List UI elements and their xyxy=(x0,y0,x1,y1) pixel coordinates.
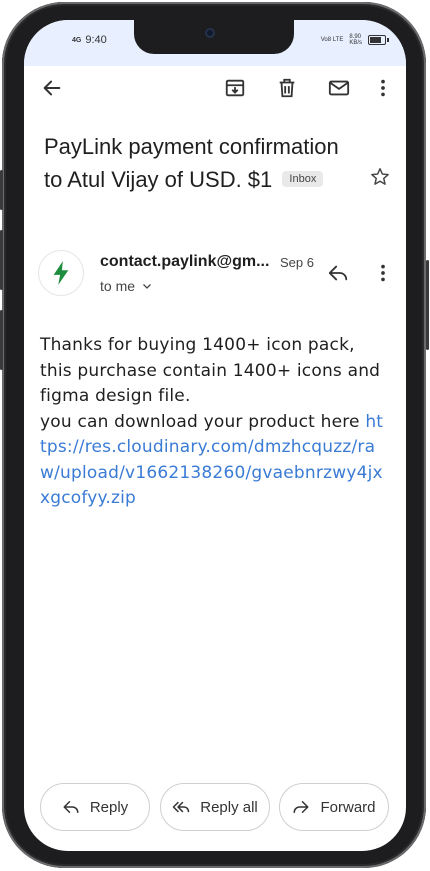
star-button[interactable] xyxy=(366,163,394,191)
email-body: Thanks for buying 1400+ icon pack, this … xyxy=(40,333,390,512)
speed-label: 8.90 KB/s xyxy=(349,34,362,46)
reply-icon-button[interactable] xyxy=(324,259,352,287)
side-button xyxy=(426,260,429,350)
lightning-icon xyxy=(53,261,69,285)
reply-button[interactable]: Reply xyxy=(40,783,150,831)
notch xyxy=(134,20,294,54)
clock: 9:40 xyxy=(85,34,107,46)
body-paragraph-2: you can download your product here xyxy=(40,411,366,432)
mark-unread-button[interactable] xyxy=(325,74,353,102)
reply-label: Reply xyxy=(89,798,129,816)
lte-label: Vo8 LTE xyxy=(320,37,344,43)
reply-all-button[interactable]: Reply all xyxy=(160,783,270,831)
mail-icon xyxy=(328,80,350,96)
more-vertical-icon xyxy=(381,264,385,282)
status-bar: 4G 9:40 Vo8 LTE 8.90 KB/s xyxy=(24,20,406,66)
status-right: Vo8 LTE 8.90 KB/s xyxy=(320,34,389,46)
body-paragraph: Thanks for buying 1400+ icon pack, this … xyxy=(40,335,381,406)
reply-icon xyxy=(63,801,79,813)
back-button[interactable] xyxy=(38,74,66,102)
archive-icon xyxy=(225,79,245,97)
label-badge[interactable]: Inbox xyxy=(282,171,324,188)
email-subject: PayLink payment confirmation to Atul Vij… xyxy=(44,130,354,196)
side-button xyxy=(0,310,3,370)
email-date: Sep 6 xyxy=(280,255,314,270)
side-button xyxy=(0,230,3,290)
forward-button[interactable]: Forward xyxy=(279,783,389,831)
side-button xyxy=(0,170,3,210)
battery-icon xyxy=(368,35,389,45)
reply-all-icon xyxy=(172,801,190,813)
star-icon xyxy=(371,168,389,185)
reply-all-label: Reply all xyxy=(200,798,258,816)
recipient-label: to me xyxy=(100,278,136,294)
status-left: 4G 9:40 xyxy=(72,34,107,46)
trash-icon xyxy=(279,78,295,98)
sender-name[interactable]: contact.paylink@gm... xyxy=(100,253,269,271)
message-more-button[interactable] xyxy=(369,259,397,287)
camera-icon xyxy=(205,28,215,38)
sender-avatar[interactable] xyxy=(39,251,83,295)
reply-icon xyxy=(328,265,348,281)
archive-button[interactable] xyxy=(221,74,249,102)
more-button[interactable] xyxy=(369,74,397,102)
network-label: 4G xyxy=(72,36,82,44)
more-vertical-icon xyxy=(381,79,385,97)
delete-button[interactable] xyxy=(273,74,301,102)
screen: 4G 9:40 Vo8 LTE 8.90 KB/s PayLink paymen… xyxy=(24,20,406,851)
chevron-down-icon xyxy=(143,284,151,289)
arrow-left-icon xyxy=(43,80,61,96)
forward-label: Forward xyxy=(320,798,376,816)
forward-icon xyxy=(293,801,309,813)
recipient-toggle[interactable]: to me xyxy=(100,278,153,294)
